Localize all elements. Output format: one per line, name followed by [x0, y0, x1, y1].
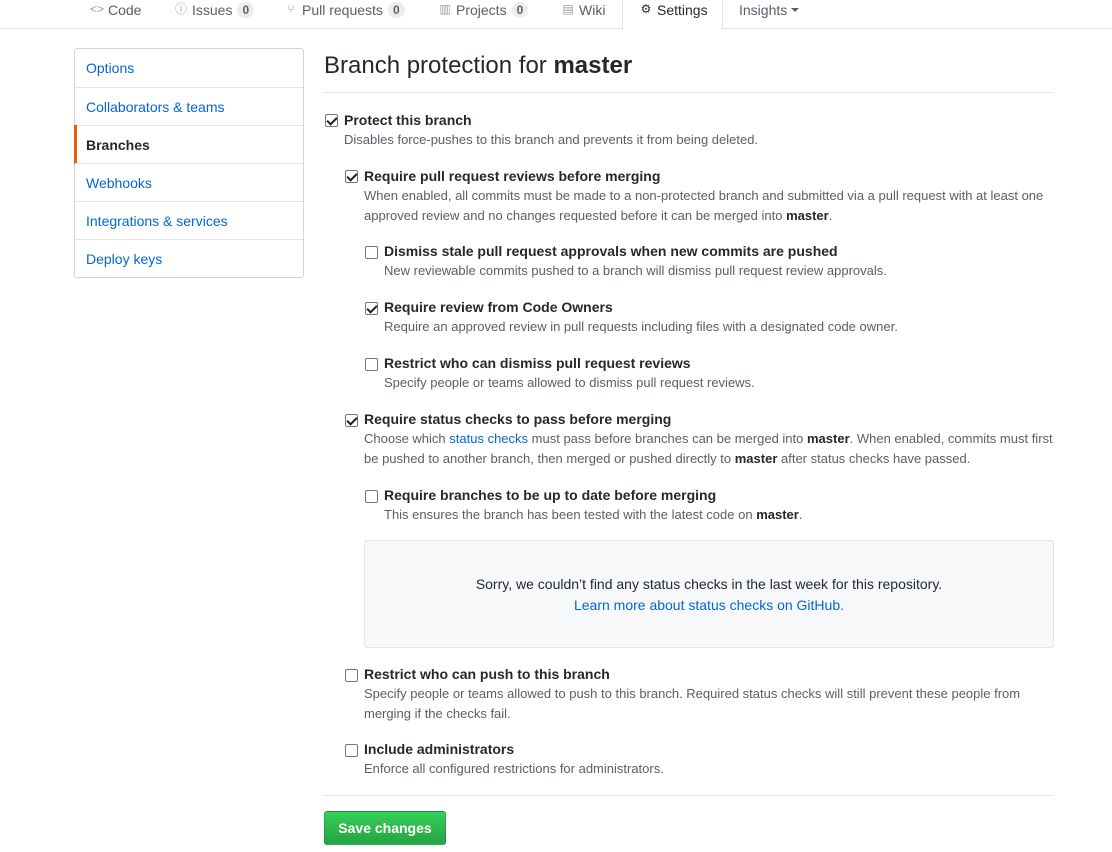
save-changes-button[interactable]: Save changes [324, 811, 446, 845]
project-icon: ▥ [439, 2, 451, 16]
protect-branch-checkbox[interactable] [325, 114, 338, 127]
code-owners-label[interactable]: Require review from Code Owners [384, 298, 613, 316]
protect-branch-label[interactable]: Protect this branch [344, 111, 472, 129]
include-admins-checkbox[interactable] [345, 744, 358, 757]
subhead: Branch protection for master [324, 48, 1054, 93]
sidebar-item-options[interactable]: Options [75, 49, 303, 87]
restrict-push-note: Specify people or teams allowed to push … [364, 686, 1021, 721]
repo-nav: <> Code ⓘ Issues 0 ⑂ Pull requests 0 ▥ P… [0, 0, 1112, 30]
include-admins-note: Enforce all configured restrictions for … [364, 761, 664, 776]
dismiss-stale-note: New reviewable commits pushed to a branc… [384, 263, 887, 278]
status-checks-blankslate: Sorry, we couldn’t find any status check… [364, 540, 1054, 648]
dismiss-stale-label[interactable]: Dismiss stale pull request approvals whe… [384, 242, 838, 260]
restrict-dismiss-label[interactable]: Restrict who can dismiss pull request re… [384, 354, 691, 372]
pull-requests-counter: 0 [387, 2, 405, 18]
sidebar-item-branches[interactable]: Branches [74, 125, 303, 164]
form-divider [324, 795, 1054, 796]
tab-insights[interactable]: Insights [739, 0, 800, 29]
tab-settings[interactable]: ⚙ Settings [622, 0, 723, 30]
sidebar-item-collaborators-teams[interactable]: Collaborators & teams [75, 87, 303, 125]
up-to-date-checkbox[interactable] [365, 490, 378, 503]
status-checks-link[interactable]: status checks [449, 431, 528, 446]
blankslate-message: Sorry, we couldn’t find any status check… [475, 576, 943, 592]
tab-pull-requests[interactable]: ⑂ Pull requests 0 [283, 0, 405, 29]
book-icon: ▤ [562, 2, 574, 16]
protect-branch-note: Disables force-pushes to this branch and… [344, 132, 759, 147]
issues-counter: 0 [237, 2, 255, 18]
sidebar-item-deploy-keys[interactable]: Deploy keys [75, 239, 303, 277]
sidebar-item-webhooks[interactable]: Webhooks [75, 163, 303, 201]
branch-protection-panel: Branch protection for master [324, 48, 1054, 93]
projects-counter: 0 [511, 2, 529, 18]
tab-code[interactable]: <> Code [89, 0, 141, 29]
settings-sidebar: Options Collaborators & teams Branches W… [74, 48, 304, 278]
tab-projects[interactable]: ▥ Projects 0 [437, 0, 529, 29]
require-reviews-checkbox[interactable] [345, 170, 358, 183]
tab-issues[interactable]: ⓘ Issues 0 [173, 0, 255, 29]
restrict-push-checkbox[interactable] [345, 669, 358, 682]
restrict-push-label[interactable]: Restrict who can push to this branch [364, 665, 610, 683]
gear-icon: ⚙ [640, 2, 652, 16]
code-icon: <> [89, 2, 104, 16]
up-to-date-note: This ensures the branch has been tested … [384, 507, 803, 522]
status-checks-note: Choose which status checks must pass bef… [364, 431, 1053, 466]
restrict-dismiss-checkbox[interactable] [365, 358, 378, 371]
dismiss-stale-checkbox[interactable] [365, 246, 378, 259]
sidebar-item-integrations-services[interactable]: Integrations & services [75, 201, 303, 239]
code-owners-note: Require an approved review in pull reque… [384, 319, 898, 334]
restrict-dismiss-note: Specify people or teams allowed to dismi… [384, 375, 755, 390]
issue-icon: ⓘ [174, 2, 187, 16]
learn-more-status-checks-link[interactable]: Learn more about status checks on GitHub… [365, 595, 1053, 616]
status-checks-checkbox[interactable] [345, 414, 358, 427]
require-reviews-note: When enabled, all commits must be made t… [364, 188, 1044, 223]
up-to-date-label[interactable]: Require branches to be up to date before… [384, 486, 716, 504]
include-admins-label[interactable]: Include administrators [364, 740, 514, 758]
page-title: Branch protection for master [324, 52, 633, 79]
code-owners-checkbox[interactable] [365, 302, 378, 315]
branch-name: master [553, 52, 633, 79]
pull-request-icon: ⑂ [287, 2, 295, 16]
chevron-down-icon [791, 8, 800, 12]
tab-wiki[interactable]: ▤ Wiki [560, 0, 605, 29]
status-checks-label[interactable]: Require status checks to pass before mer… [364, 410, 671, 428]
require-reviews-label[interactable]: Require pull request reviews before merg… [364, 167, 660, 185]
